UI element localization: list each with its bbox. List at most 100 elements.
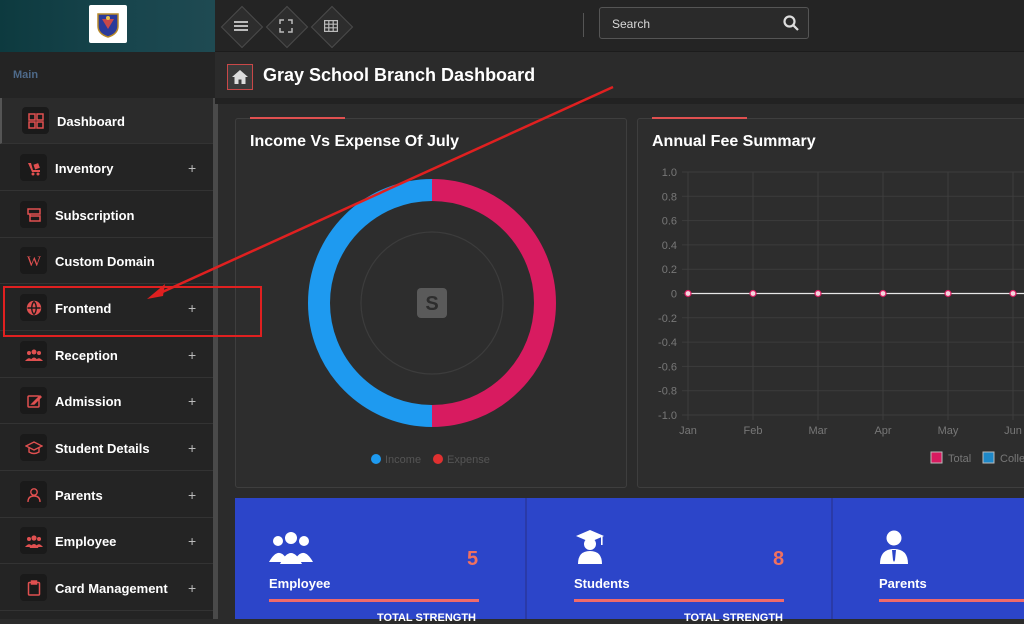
sidebar-item-label: Student Details bbox=[55, 441, 150, 456]
stat-label: Parents bbox=[879, 576, 927, 591]
sidebar-scrollbar[interactable] bbox=[213, 98, 218, 619]
sidebar-item-label: Reception bbox=[55, 348, 118, 363]
y-tick-label: 0.8 bbox=[662, 191, 677, 203]
search-input[interactable] bbox=[612, 14, 772, 34]
stat-label: Students bbox=[574, 576, 630, 591]
brand-s-glyph: S bbox=[425, 293, 438, 315]
page-header: Gray School Branch Dashboard bbox=[215, 52, 1024, 98]
menu-toggle-button[interactable] bbox=[221, 6, 261, 46]
expand-icon[interactable]: + bbox=[188, 160, 196, 176]
stat-bar bbox=[879, 599, 1024, 602]
annual-fee-card: Annual Fee Summary 1.0 0.8 0.6 0.4 0.2 0 -0.2-… bbox=[637, 117, 1024, 488]
stat-card-parents[interactable]: Parents bbox=[831, 498, 1024, 619]
x-tick-label: Apr bbox=[874, 425, 891, 437]
expand-icon[interactable]: + bbox=[188, 347, 196, 363]
stat-bar bbox=[574, 599, 784, 602]
data-point bbox=[684, 289, 692, 298]
donut-slice-expense bbox=[431, 179, 556, 427]
y-tick-label: 0.6 bbox=[662, 216, 677, 228]
stat-subtext: TOTAL STRENGTH bbox=[684, 612, 783, 624]
inventory-icon bbox=[20, 154, 47, 181]
legend-marker bbox=[433, 454, 443, 464]
school-logo[interactable] bbox=[89, 5, 127, 43]
graduate-icon bbox=[576, 530, 604, 564]
home-icon bbox=[232, 70, 248, 84]
sidebar-item-inventory[interactable]: Inventory + bbox=[0, 145, 213, 191]
data-point bbox=[1009, 289, 1017, 298]
sidebar-item-label: Dashboard bbox=[57, 114, 125, 129]
expand-icon[interactable]: + bbox=[188, 580, 196, 596]
data-point bbox=[814, 289, 822, 298]
annotation-highlight-box bbox=[3, 286, 262, 337]
y-tick-label: -0.4 bbox=[658, 337, 677, 349]
donut-slice-income bbox=[308, 179, 433, 427]
data-point bbox=[879, 289, 887, 298]
header-divider bbox=[215, 98, 1024, 104]
graduation-cap-icon bbox=[20, 434, 47, 461]
y-tick-label: 1.0 bbox=[662, 167, 677, 179]
stat-card-students[interactable]: 8 Students TOTAL STRENGTH bbox=[525, 498, 815, 624]
y-tick-label: -0.6 bbox=[658, 361, 677, 373]
expand-icon[interactable]: + bbox=[188, 487, 196, 503]
y-tick-label: 0.4 bbox=[662, 240, 677, 252]
search-icon[interactable] bbox=[782, 14, 800, 32]
stat-value: 5 bbox=[467, 548, 479, 570]
expand-icon[interactable]: + bbox=[188, 533, 196, 549]
stat-value: 8 bbox=[773, 548, 785, 570]
stat-card-employee[interactable]: 5 Employee TOTAL STRENGTH bbox=[235, 498, 525, 624]
income-expense-donut-chart: S Income Expense bbox=[308, 179, 556, 466]
parent-icon bbox=[880, 530, 908, 564]
y-tick-label: -0.2 bbox=[658, 313, 677, 325]
sidebar-item-admission[interactable]: Admission + bbox=[0, 378, 213, 424]
search-box bbox=[599, 7, 809, 39]
x-tick-label: Jan bbox=[679, 425, 697, 437]
sidebar-item-dashboard[interactable]: Dashboard bbox=[0, 98, 213, 144]
expand-icon[interactable]: + bbox=[188, 393, 196, 409]
legend-label: Expense bbox=[447, 454, 490, 466]
y-tick-label: 0 bbox=[671, 289, 677, 301]
x-tick-label: Mar bbox=[809, 425, 828, 437]
reception-icon bbox=[20, 341, 47, 368]
wikipedia-icon: W bbox=[20, 247, 47, 274]
x-tick-label: Jun bbox=[1004, 425, 1022, 437]
sidebar-item-reception[interactable]: Reception + bbox=[0, 332, 213, 378]
dashboard-icon bbox=[22, 107, 49, 134]
sidebar-item-student-details[interactable]: Student Details + bbox=[0, 425, 213, 471]
stat-divider bbox=[831, 498, 833, 619]
employees-icon bbox=[269, 532, 313, 564]
sidebar-item-subscription[interactable]: Subscription bbox=[0, 192, 213, 238]
sidebar-item-parents[interactable]: Parents + bbox=[0, 472, 213, 518]
home-button[interactable] bbox=[227, 64, 253, 90]
topbar-divider bbox=[583, 13, 584, 37]
grid-icon bbox=[324, 20, 338, 32]
fullscreen-button[interactable] bbox=[266, 6, 306, 46]
x-tick-label: Feb bbox=[744, 425, 763, 437]
stat-subtext: TOTAL STRENGTH bbox=[377, 612, 476, 624]
grid-button[interactable] bbox=[311, 6, 351, 46]
employees-icon bbox=[20, 527, 47, 554]
sidebar-item-label: Custom Domain bbox=[55, 254, 155, 269]
legend-label: Income bbox=[385, 454, 421, 466]
sidebar-item-card-management[interactable]: Card Management + bbox=[0, 565, 213, 611]
annual-fee-line-chart: 1.0 0.8 0.6 0.4 0.2 0 -0.2 -0.4 -0.6 -0.8 -1.0Jan F… bbox=[658, 167, 1024, 465]
stats-strip: 5 Employee TOTAL STRENGTH 8 Students TOT… bbox=[235, 498, 1024, 624]
sidebar-item-employee[interactable]: Employee + bbox=[0, 518, 213, 564]
sidebar-section-label: Main bbox=[13, 69, 39, 81]
y-tick-label: -0.8 bbox=[658, 386, 677, 398]
svg-text:W: W bbox=[26, 254, 41, 268]
legend-label: Colle bbox=[1000, 453, 1024, 465]
stat-divider bbox=[525, 498, 527, 619]
expand-icon[interactable]: + bbox=[188, 440, 196, 456]
sidebar-item-custom-domain[interactable]: W Custom Domain bbox=[0, 238, 213, 284]
x-tick-label: May bbox=[938, 425, 959, 437]
logo-area bbox=[0, 0, 215, 52]
sidebar-item-label: Admission bbox=[55, 394, 122, 409]
sidebar-item-label: Parents bbox=[55, 488, 103, 503]
stat-label: Employee bbox=[269, 576, 331, 591]
page-title: Gray School Branch Dashboard bbox=[263, 65, 536, 85]
sidebar-item-label: Subscription bbox=[55, 208, 135, 223]
menu-icon bbox=[234, 21, 248, 31]
admission-icon bbox=[20, 387, 47, 414]
fullscreen-icon bbox=[279, 19, 293, 33]
data-point bbox=[749, 289, 757, 298]
